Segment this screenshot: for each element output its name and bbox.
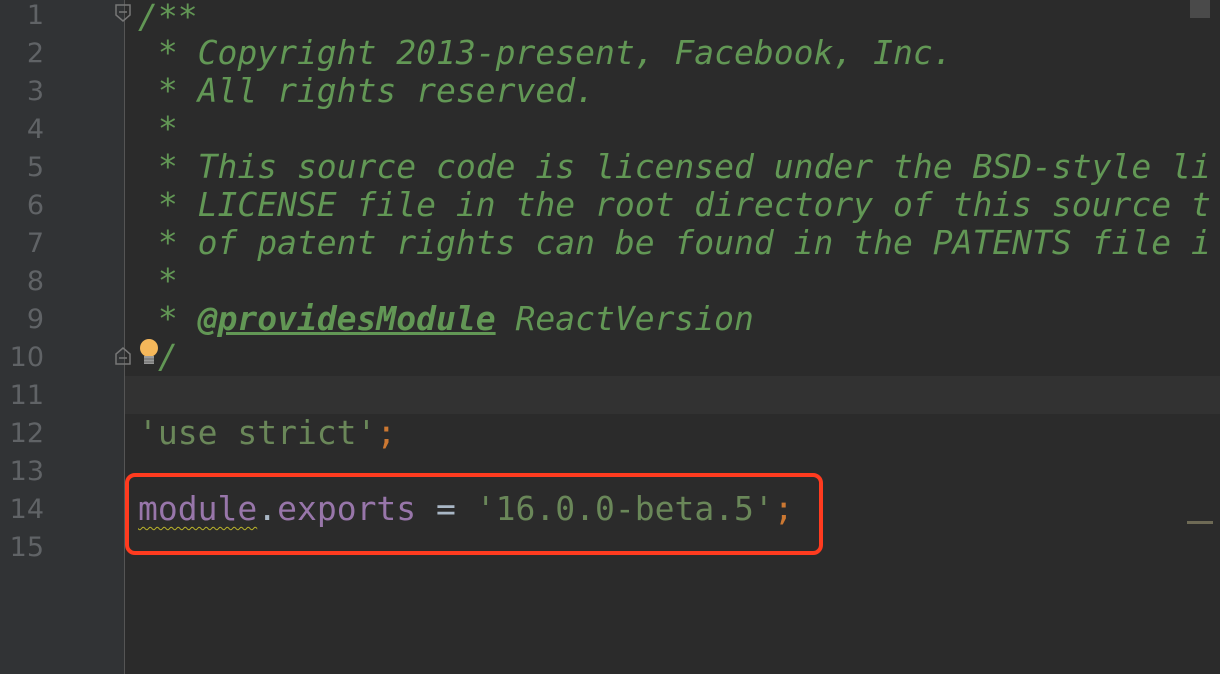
line-number: 3: [26, 76, 44, 107]
code-line-7[interactable]: * of patent rights can be found in the P…: [138, 224, 1211, 262]
code-line-1[interactable]: /**: [138, 0, 198, 36]
string-literal: 'use strict': [138, 413, 377, 452]
line-number: 6: [26, 190, 44, 221]
semicolon: ;: [376, 413, 397, 452]
line-number: 2: [26, 38, 44, 69]
line-number: 12: [9, 418, 44, 449]
code-line-2[interactable]: * Copyright 2013-present, Facebook, Inc.: [138, 34, 953, 72]
warning-stripe[interactable]: [1187, 521, 1213, 524]
line-number: 15: [9, 532, 44, 563]
line-number: 14: [9, 494, 44, 525]
javadoc-tag: @providesModule: [197, 299, 496, 338]
line-number: 1: [26, 0, 44, 31]
comment-prefix: *: [138, 299, 198, 338]
code-line-6[interactable]: * LICENSE file in the root directory of …: [138, 186, 1211, 224]
code-line-8[interactable]: *: [138, 262, 178, 300]
line-number: 8: [26, 266, 44, 297]
line-number: 11: [9, 380, 44, 411]
comment-end: /: [158, 337, 178, 376]
scrollbar-marker[interactable]: [1190, 0, 1210, 18]
gutter-divider: [124, 0, 125, 674]
module-name: ReactVersion: [495, 299, 754, 338]
line-number: 13: [9, 456, 44, 487]
line-number: 4: [26, 114, 44, 145]
line-number: 7: [26, 228, 44, 259]
line-number: 5: [26, 152, 44, 183]
code-line-10[interactable]: /: [138, 338, 178, 376]
fold-icon[interactable]: [114, 4, 132, 22]
current-line-highlight: [125, 376, 1220, 414]
code-line-12[interactable]: 'use strict';: [138, 414, 396, 452]
lightbulb-icon[interactable]: [138, 338, 158, 376]
code-line-4[interactable]: *: [138, 110, 178, 148]
code-line-3[interactable]: * All rights reserved.: [138, 72, 595, 110]
code-line-9[interactable]: * @providesModule ReactVersion: [138, 300, 754, 338]
highlight-box: [125, 473, 823, 555]
unfold-icon[interactable]: [114, 347, 132, 365]
line-number: 9: [26, 304, 44, 335]
code-line-5[interactable]: * This source code is licensed under the…: [138, 148, 1211, 186]
line-number: 10: [9, 342, 44, 373]
